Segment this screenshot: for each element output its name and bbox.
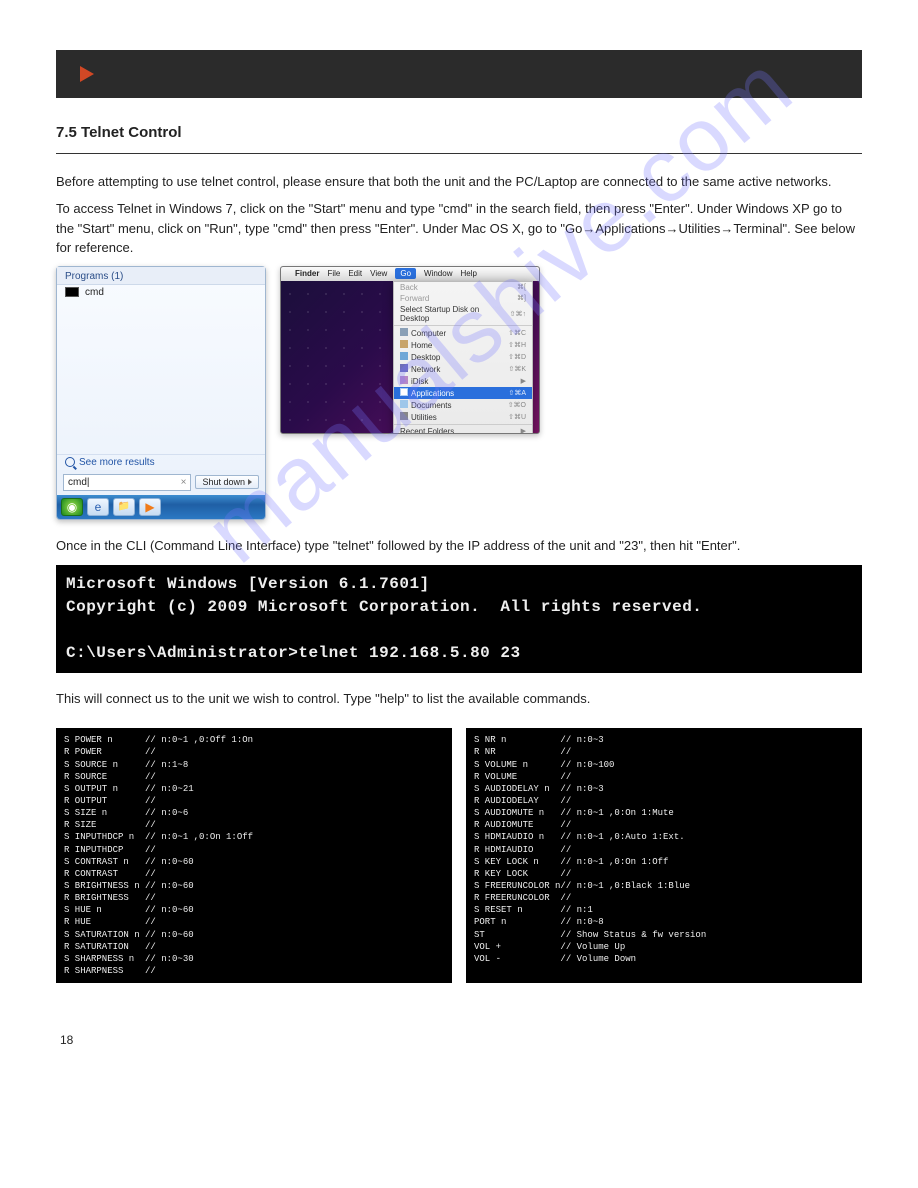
go-utilities[interactable]: Utilities⇧⌘U xyxy=(394,411,532,423)
intro-paragraph-2: To access Telnet in Windows 7, click on … xyxy=(56,199,862,258)
cli-instruction-paragraph: Once in the CLI (Command Line Interface)… xyxy=(56,538,826,553)
chevron-right-icon xyxy=(248,479,252,485)
page-number: 18 xyxy=(56,1033,862,1047)
menu-file[interactable]: File xyxy=(327,269,340,278)
help-instruction-paragraph: This will connect us to the unit we wish… xyxy=(56,691,826,706)
windows-taskbar: ◉ e 📁 ▶ xyxy=(57,495,265,519)
go-forward: Forward⌘] xyxy=(394,293,532,304)
go-idisk[interactable]: iDisk▶ xyxy=(394,375,532,387)
telnet-help-right: S NR n // n:0~3 R NR // S VOLUME n // n:… xyxy=(466,728,862,983)
see-more-results-link[interactable]: See more results xyxy=(57,454,265,470)
menu-help[interactable]: Help xyxy=(460,269,476,278)
see-more-label: See more results xyxy=(79,457,155,468)
mac-go-dropdown: Back⌘[ Forward⌘] Select Startup Disk on … xyxy=(393,281,533,434)
clear-search-icon[interactable]: × xyxy=(181,477,187,488)
site-header-bar xyxy=(56,50,862,98)
go-desktop[interactable]: Desktop⇧⌘D xyxy=(394,351,532,363)
shutdown-button[interactable]: Shut down xyxy=(195,475,259,489)
intro-paragraph-1: Before attempting to use telnet control,… xyxy=(56,172,862,192)
menu-finder[interactable]: Finder xyxy=(295,269,319,278)
go-network[interactable]: Network⇧⌘K xyxy=(394,363,532,375)
go-startup-disk[interactable]: Select Startup Disk on Desktop⇧⌘↑ xyxy=(394,304,532,324)
section-heading: 7.5 Telnet Control xyxy=(56,122,862,145)
search-icon xyxy=(65,457,75,467)
explorer-taskbar-icon[interactable]: 📁 xyxy=(113,498,135,516)
menu-edit[interactable]: Edit xyxy=(348,269,362,278)
ie-taskbar-icon[interactable]: e xyxy=(87,498,109,516)
programs-header: Programs (1) xyxy=(57,267,265,285)
windows7-start-menu-screenshot: Programs (1) cmd See more results cmd| ×… xyxy=(56,266,266,520)
cmd-prompt-screenshot: Microsoft Windows [Version 6.1.7601] Cop… xyxy=(56,565,862,674)
program-result-cmd[interactable]: cmd xyxy=(57,285,265,304)
cmd-icon xyxy=(65,287,79,297)
menu-window[interactable]: Window xyxy=(424,269,452,278)
go-back: Back⌘[ xyxy=(394,282,532,293)
play-icon xyxy=(80,66,94,82)
menu-view[interactable]: View xyxy=(370,269,387,278)
heading-divider xyxy=(56,153,862,154)
start-search-input[interactable]: cmd| × xyxy=(63,474,191,491)
mac-menubar: Finder File Edit View Go Window Help xyxy=(281,267,539,281)
go-computer[interactable]: Computer⇧⌘C xyxy=(394,327,532,339)
go-documents[interactable]: Documents⇧⌘O xyxy=(394,399,532,411)
start-button-icon[interactable]: ◉ xyxy=(61,498,83,516)
telnet-help-left: S POWER n // n:0~1 ,0:Off 1:On R POWER /… xyxy=(56,728,452,983)
menu-go[interactable]: Go xyxy=(395,268,416,279)
mac-go-menu-screenshot: Finder File Edit View Go Window Help Bac… xyxy=(280,266,540,434)
go-home[interactable]: Home⇧⌘H xyxy=(394,339,532,351)
go-applications[interactable]: Applications⇧⌘A xyxy=(394,387,532,399)
wmp-taskbar-icon[interactable]: ▶ xyxy=(139,498,161,516)
go-recent-folders[interactable]: Recent Folders▶ xyxy=(394,426,532,434)
cmd-label: cmd xyxy=(85,287,104,298)
